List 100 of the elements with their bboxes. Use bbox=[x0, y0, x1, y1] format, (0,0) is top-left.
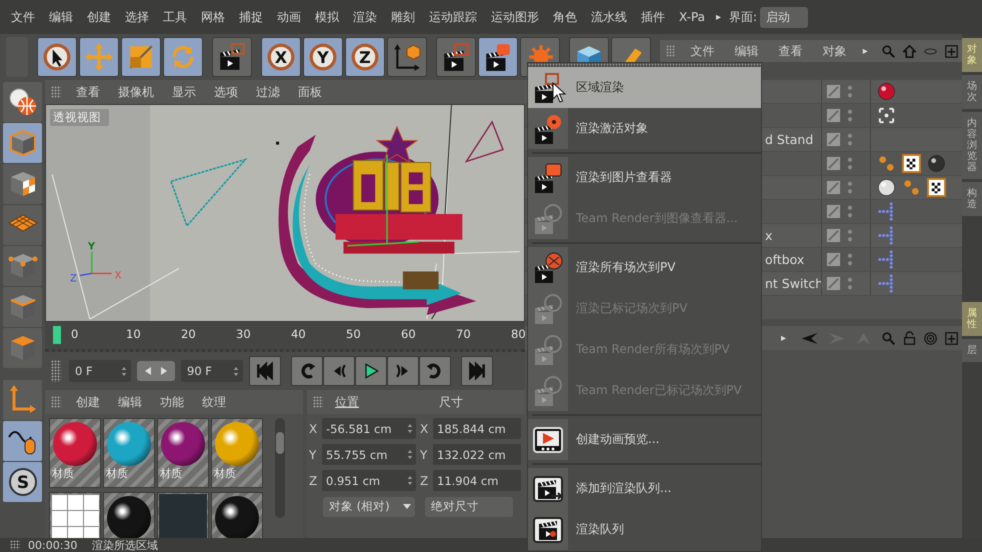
scale-tool-button[interactable] bbox=[121, 37, 161, 77]
more-menus-arrow[interactable]: ▸ bbox=[775, 332, 796, 344]
layer-slash-icon[interactable] bbox=[826, 252, 841, 267]
coordinate-system-button[interactable] bbox=[387, 37, 427, 77]
search-icon[interactable] bbox=[882, 44, 895, 58]
material-swatch[interactable]: 材质 bbox=[103, 418, 155, 488]
render-button[interactable] bbox=[478, 37, 518, 77]
play-button[interactable] bbox=[355, 356, 387, 386]
object-name[interactable]: d Stand bbox=[765, 132, 814, 147]
position-field[interactable]: -56.581 cm bbox=[322, 418, 416, 439]
menu-item[interactable]: 过滤 bbox=[247, 84, 289, 100]
menu-item[interactable]: 流水线 bbox=[584, 8, 634, 26]
drag-handle-icon[interactable] bbox=[313, 396, 323, 408]
previous-frame-button[interactable] bbox=[323, 356, 355, 386]
menu-item[interactable]: 创建动画预览... bbox=[528, 419, 761, 460]
size-mode-dropdown[interactable]: 绝对尺寸 bbox=[425, 496, 513, 516]
menu-item[interactable]: 创建 bbox=[67, 394, 109, 410]
range-stepper[interactable] bbox=[137, 361, 175, 381]
back-arrow-icon[interactable] bbox=[800, 330, 820, 346]
start-frame-field[interactable]: 0 F bbox=[69, 360, 131, 382]
panel-tab[interactable]: 场次 bbox=[962, 75, 982, 109]
home-icon[interactable] bbox=[902, 44, 916, 58]
material-sphere-icon[interactable] bbox=[927, 154, 946, 173]
drag-handle-icon[interactable] bbox=[51, 396, 61, 408]
menu-item[interactable]: 摄像机 bbox=[109, 84, 163, 100]
menu-item[interactable]: 创建 bbox=[80, 8, 118, 26]
layer-slash-icon[interactable] bbox=[826, 204, 841, 219]
node-tree-icon[interactable] bbox=[877, 274, 896, 293]
material-swatch[interactable]: 材质 bbox=[157, 418, 209, 488]
material-sphere-icon[interactable] bbox=[877, 82, 896, 101]
panel-tab[interactable]: 构造 bbox=[962, 182, 982, 216]
visibility-dots-icon[interactable] bbox=[847, 84, 853, 99]
spinner-arrows-icon[interactable] bbox=[407, 475, 413, 486]
checker-tag-icon[interactable] bbox=[927, 178, 946, 197]
dotted-square-icon[interactable] bbox=[877, 106, 896, 125]
edges-mode-button[interactable] bbox=[3, 287, 42, 327]
menu-item[interactable]: 运动图形 bbox=[484, 8, 546, 26]
menu-item[interactable]: 功能 bbox=[151, 394, 193, 410]
menu-item[interactable]: 雕刻 bbox=[384, 8, 422, 26]
visibility-dots-icon[interactable] bbox=[847, 252, 853, 267]
render-view-button[interactable] bbox=[212, 37, 252, 77]
visibility-dots-icon[interactable] bbox=[847, 228, 853, 243]
tweak-mode-button[interactable] bbox=[3, 421, 42, 461]
next-key-button[interactable] bbox=[419, 356, 451, 386]
object-name[interactable]: oftbox bbox=[765, 252, 804, 267]
menu-item[interactable]: 编辑 bbox=[42, 8, 80, 26]
menu-item[interactable]: 角色 bbox=[546, 8, 584, 26]
model-mode-button[interactable] bbox=[3, 123, 42, 163]
layout-dropdown[interactable]: 启动 bbox=[760, 6, 808, 28]
menu-item[interactable]: 纹理 bbox=[193, 394, 235, 410]
menu-item[interactable]: 捕捉 bbox=[232, 8, 270, 26]
layer-slash-icon[interactable] bbox=[826, 108, 841, 123]
more-menus-arrow[interactable]: ▸ bbox=[712, 12, 726, 22]
layer-slash-icon[interactable] bbox=[826, 228, 841, 243]
panel-tab[interactable]: 层 bbox=[962, 339, 982, 362]
visibility-dots-icon[interactable] bbox=[847, 180, 853, 195]
select-tool-button[interactable] bbox=[37, 37, 77, 77]
menu-item[interactable]: 选项 bbox=[205, 84, 247, 100]
next-frame-button[interactable] bbox=[387, 356, 419, 386]
go-to-start-button[interactable] bbox=[249, 356, 281, 386]
spinner-arrows-icon[interactable] bbox=[407, 423, 413, 434]
target-icon[interactable] bbox=[924, 330, 937, 346]
visibility-dots-icon[interactable] bbox=[847, 108, 853, 123]
new-window-icon[interactable] bbox=[944, 44, 958, 58]
drag-handle-icon[interactable] bbox=[51, 360, 61, 382]
menu-item[interactable]: 查看 bbox=[768, 42, 813, 60]
menu-item[interactable]: 文件 bbox=[4, 8, 42, 26]
layer-slash-icon[interactable] bbox=[826, 276, 841, 291]
panel-tab[interactable]: 内容浏览器 bbox=[962, 112, 982, 179]
end-frame-field[interactable]: 90 F bbox=[181, 360, 243, 382]
node-tree-icon[interactable] bbox=[877, 202, 896, 221]
position-field[interactable]: 0.951 cm bbox=[322, 470, 416, 491]
menu-item[interactable]: 选择 bbox=[118, 8, 156, 26]
menu-item[interactable]: 渲染 bbox=[346, 8, 384, 26]
position-field[interactable]: 55.755 cm bbox=[322, 444, 416, 465]
spinner-arrows-icon[interactable] bbox=[407, 449, 413, 460]
move-tool-button[interactable] bbox=[79, 37, 119, 77]
view-button[interactable] bbox=[3, 82, 42, 122]
menu-item[interactable]: 动画 bbox=[270, 8, 308, 26]
search-icon[interactable] bbox=[882, 330, 895, 346]
menu-item[interactable]: 编辑 bbox=[724, 42, 769, 60]
menu-item[interactable]: 渲染队列 bbox=[528, 509, 761, 550]
menu-item[interactable]: 渲染所有场次到PV bbox=[528, 247, 761, 288]
drag-handle-icon[interactable] bbox=[51, 86, 61, 98]
menu-item[interactable]: 显示 bbox=[163, 84, 205, 100]
two-dots-icon[interactable] bbox=[877, 154, 896, 173]
layer-slash-icon[interactable] bbox=[826, 156, 841, 171]
menu-item[interactable]: 区域渲染 bbox=[528, 67, 761, 108]
menu-item[interactable]: 查看 bbox=[67, 84, 109, 100]
menu-item[interactable]: 模拟 bbox=[308, 8, 346, 26]
workplane-button[interactable] bbox=[3, 205, 42, 245]
new-window-icon[interactable] bbox=[944, 330, 958, 346]
menu-item[interactable]: X-Pa bbox=[672, 10, 712, 24]
menu-item[interactable]: 运动跟踪 bbox=[422, 8, 484, 26]
checker-tag-icon[interactable] bbox=[902, 154, 921, 173]
layer-slash-icon[interactable] bbox=[826, 84, 841, 99]
visibility-dots-icon[interactable] bbox=[847, 132, 853, 147]
rotate-tool-button[interactable] bbox=[163, 37, 203, 77]
menu-item[interactable]: 渲染激活对象 bbox=[528, 108, 761, 149]
more-menus-arrow[interactable]: ▸ bbox=[856, 46, 878, 56]
